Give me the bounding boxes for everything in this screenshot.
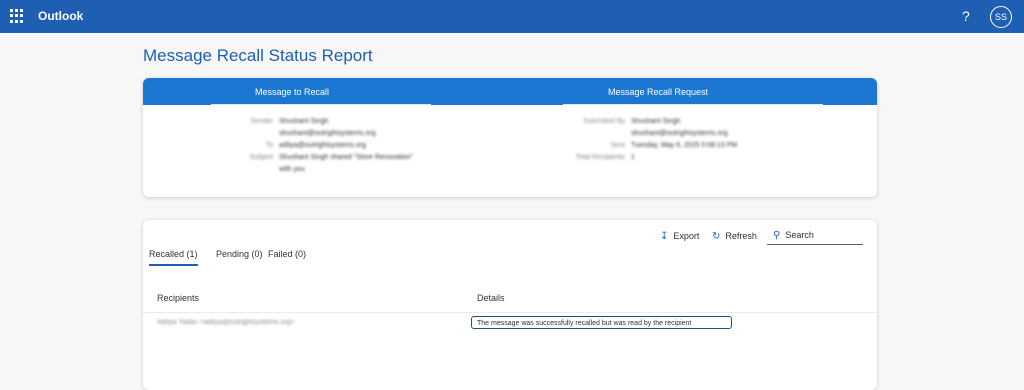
search-input[interactable]: ⚲ Search xyxy=(767,228,863,245)
recipients-column-header[interactable]: Recipients xyxy=(157,293,199,303)
sender-email: shushant@outrightsystems.org xyxy=(279,130,376,137)
export-button[interactable]: ↧ Export xyxy=(660,231,699,242)
total-recipients-value: 1 xyxy=(631,154,635,161)
search-field: ⚲ Search xyxy=(773,230,814,241)
to-label: To xyxy=(265,142,273,149)
avatar[interactable]: SS xyxy=(990,6,1012,28)
download-icon: ↧ xyxy=(660,231,669,242)
help-icon[interactable]: ? xyxy=(962,8,970,24)
app-name[interactable]: Outlook xyxy=(38,9,83,23)
page-title: Message Recall Status Report xyxy=(143,46,373,65)
total-recipients-label: Total Recipients xyxy=(575,154,625,161)
recall-summary-card: Message to Recall Message Recall Request… xyxy=(143,78,877,197)
recipient-cell: Aditya Yadav <aditya@outrightsystems.org… xyxy=(157,319,295,326)
app-launcher-icon[interactable] xyxy=(10,9,24,23)
sent-value: Tuesday, May 6, 2025 5:08:13 PM xyxy=(631,142,738,149)
export-label: Export xyxy=(673,231,700,241)
sent-label: Sent xyxy=(610,142,625,149)
recall-summary-header: Message to Recall Message Recall Request xyxy=(143,78,877,105)
submitted-by-label: Submitted By xyxy=(583,118,625,125)
submitted-by-email: shushant@outrightsystems.org xyxy=(631,130,728,137)
subject-label: Subject xyxy=(249,154,273,161)
sender-name: Shushant Singh xyxy=(279,118,329,125)
recall-request-header: Message Recall Request xyxy=(608,87,709,97)
search-placeholder: Search xyxy=(785,230,814,240)
search-icon: ⚲ xyxy=(773,230,781,241)
message-to-recall-header: Message to Recall xyxy=(255,87,330,97)
subject-line-1: Shushant Singh shared "Store Renovation" xyxy=(279,154,413,161)
subject-line-2: with you xyxy=(279,166,305,173)
header-divider xyxy=(143,312,877,313)
tab-recalled[interactable]: Recalled (1) xyxy=(149,249,198,266)
refresh-icon: ↻ xyxy=(712,231,721,242)
to-value: aditya@outrightsystems.org xyxy=(279,142,366,149)
details-cell: The message was successfully recalled bu… xyxy=(471,316,732,329)
top-bar: Outlook ? SS xyxy=(0,0,1024,33)
refresh-label: Refresh xyxy=(725,231,757,241)
sender-label: Sender xyxy=(250,118,273,125)
submitted-by-name: Shushant Singh xyxy=(631,118,681,125)
header-divider xyxy=(563,104,823,105)
tab-pending[interactable]: Pending (0) xyxy=(216,249,263,259)
recall-results-card: ↧ Export ↻ Refresh ⚲ Search Recalled (1) Pe… xyxy=(143,220,877,390)
header-divider xyxy=(211,104,431,105)
tab-failed[interactable]: Failed (0) xyxy=(268,249,306,259)
details-column-header[interactable]: Details xyxy=(477,293,505,303)
refresh-button[interactable]: ↻ Refresh xyxy=(712,231,757,242)
